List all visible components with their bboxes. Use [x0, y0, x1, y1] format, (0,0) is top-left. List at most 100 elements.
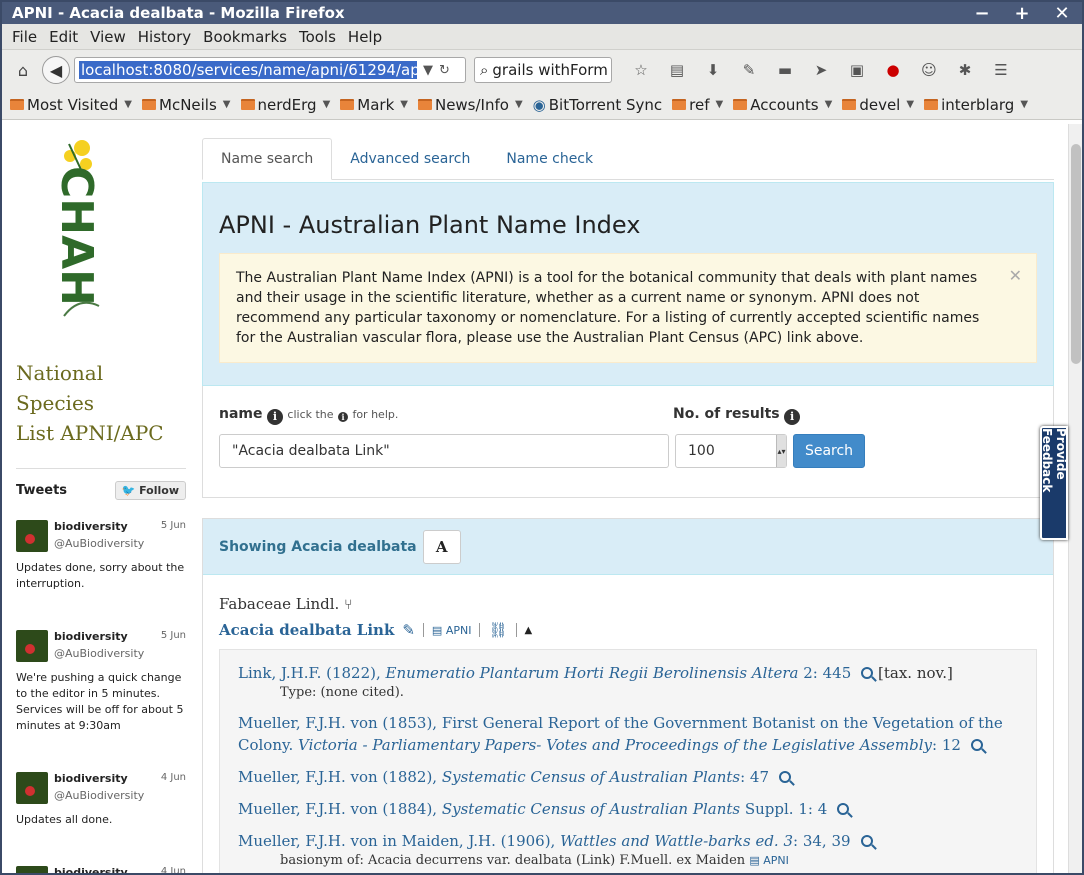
maximize-button[interactable]: + — [1002, 2, 1042, 24]
tweet-handle[interactable]: @AuBiodiversity — [54, 789, 155, 802]
url-bar[interactable]: localhost:8080/services/name/apni/61294/… — [74, 57, 466, 83]
search-icon[interactable] — [861, 667, 874, 679]
url-text[interactable]: localhost:8080/services/name/apni/61294/… — [79, 61, 417, 79]
tweet-author[interactable]: biodiversity — [54, 520, 155, 533]
bookmark-ref[interactable]: ref ▼ — [672, 96, 723, 114]
tweet-date[interactable]: 5 Jun — [161, 520, 186, 552]
avatar[interactable] — [16, 630, 48, 662]
bookmark-mcneils[interactable]: McNeils ▼ — [142, 96, 231, 114]
menu-edit[interactable]: Edit — [43, 28, 84, 46]
spinner-icon[interactable]: ▴▾ — [776, 435, 786, 467]
back-icon[interactable]: ◀ — [42, 56, 70, 84]
search-button[interactable]: Search — [793, 434, 865, 468]
avatar[interactable] — [16, 866, 48, 873]
bookmark-accounts[interactable]: Accounts ▼ — [733, 96, 832, 114]
edit-icon[interactable]: ✎ — [402, 621, 415, 639]
bookmark-star-icon[interactable]: ☆ — [626, 56, 656, 84]
reference-item[interactable]: Mueller, F.J.H. von (1884), Systematic C… — [238, 798, 1018, 820]
downloads-icon[interactable]: ⬇ — [698, 56, 728, 84]
reference-item[interactable]: Mueller, F.J.H. von in Maiden, J.H. (190… — [238, 830, 1018, 870]
basionym-text[interactable]: basionym of: Acacia decurrens var. dealb… — [280, 853, 745, 868]
tweet-handle[interactable]: @AuBiodiversity — [54, 647, 155, 660]
search-icon[interactable] — [779, 771, 792, 783]
menu-history[interactable]: History — [132, 28, 197, 46]
ref-title[interactable]: Victoria - Parliamentary Papers- Votes a… — [298, 736, 932, 754]
reference-item[interactable]: Link, J.H.F. (1822), Enumeratio Plantaru… — [238, 662, 1018, 702]
info-icon[interactable]: i — [784, 408, 801, 425]
link-icon[interactable]: ⛓ — [488, 621, 507, 639]
search-icon[interactable] — [970, 739, 983, 751]
chah-logo[interactable]: CHAH — [24, 136, 104, 336]
ref-title[interactable]: Systematic Census of Australian Plants — [442, 768, 740, 786]
reference-item[interactable]: Mueller, F.J.H. von (1853), First Genera… — [238, 712, 1018, 756]
tab-name-search[interactable]: Name search — [202, 138, 333, 180]
bookmark-most-visited[interactable]: Most Visited ▼ — [10, 96, 132, 114]
reload-icon[interactable]: ↻ — [439, 63, 450, 78]
send-icon[interactable]: ➤ — [806, 56, 836, 84]
menu-file[interactable]: File — [6, 28, 43, 46]
name-input[interactable]: "Acacia dealbata Link" — [219, 434, 669, 468]
tweet-date[interactable]: 5 Jun — [161, 630, 186, 662]
search-input[interactable]: ⌕ grails withForm — [474, 57, 612, 83]
bookmark-news-info[interactable]: News/Info ▼ — [417, 96, 523, 114]
chat-icon[interactable]: ☺ — [914, 56, 944, 84]
ref-title[interactable]: Systematic Census of Australian Plants — [442, 800, 740, 818]
tweet-author[interactable]: biodiversity — [54, 866, 155, 873]
font-toggle-button[interactable]: A — [422, 529, 461, 564]
search-text[interactable]: grails withForm — [492, 61, 607, 79]
search-icon[interactable] — [837, 803, 850, 815]
tab-name-check[interactable]: Name check — [488, 138, 611, 179]
bookmark-mark[interactable]: Mark ▼ — [340, 96, 408, 114]
ref-title[interactable]: Wattles and Wattle-barks ed. 3 — [560, 832, 793, 850]
ref-author[interactable]: Mueller, F.J.H. von in Maiden, J.H. (190… — [238, 832, 560, 850]
collapse-icon[interactable]: ▲ — [525, 625, 533, 636]
ref-title[interactable]: Enumeratio Plantarum Horti Regii Berolin… — [386, 664, 799, 682]
provide-feedback-button[interactable]: Provide Feedback — [1040, 426, 1068, 540]
ref-author[interactable]: Mueller, F.J.H. von (1884), — [238, 800, 442, 818]
extension-icon[interactable]: ✱ — [950, 56, 980, 84]
tweet[interactable]: biodiversity @AuBiodiversity 5 Jun We're … — [16, 630, 186, 734]
menu-tools[interactable]: Tools — [293, 28, 342, 46]
num-results-value[interactable]: 100 — [688, 443, 715, 459]
minimize-button[interactable]: − — [962, 2, 1002, 24]
apni-link[interactable]: ▤ APNI — [749, 854, 789, 867]
bookmark-bittorrent-sync[interactable]: ◉ BitTorrent Sync — [533, 96, 663, 114]
tweet-date[interactable]: 4 Jun — [161, 866, 186, 873]
screenshot-icon[interactable]: ▣ — [842, 56, 872, 84]
reference-item[interactable]: Mueller, F.J.H. von (1882), Systematic C… — [238, 766, 1018, 788]
bookmark-interblarg[interactable]: interblarg ▼ — [924, 96, 1028, 114]
menu-help[interactable]: Help — [342, 28, 388, 46]
follow-button[interactable]: 🐦 Follow — [114, 481, 186, 500]
adblock-icon[interactable]: ● — [878, 56, 908, 84]
tweet-author[interactable]: biodiversity — [54, 772, 155, 785]
tweet[interactable]: biodiversity @AuBiodiversity 5 Jun Update… — [16, 520, 186, 592]
name-link[interactable]: Acacia dealbata Link — [219, 621, 394, 639]
tools-icon[interactable]: ✎ — [734, 56, 764, 84]
bookmark-devel[interactable]: devel ▼ — [842, 96, 914, 114]
search-icon[interactable] — [860, 835, 873, 847]
bookmark-nerderg[interactable]: nerdErg ▼ — [240, 96, 330, 114]
reading-list-icon[interactable]: ▤ — [662, 56, 692, 84]
site-title[interactable]: National Species List APNI/APC — [16, 358, 186, 448]
tweet-handle[interactable]: @AuBiodiversity — [54, 537, 155, 550]
apni-link[interactable]: ▤ APNI — [432, 624, 472, 637]
page-scrollbar[interactable] — [1068, 124, 1082, 873]
close-window-button[interactable]: ✕ — [1042, 2, 1082, 24]
url-dropdown-icon[interactable]: ▼ — [423, 63, 433, 78]
branch-icon[interactable]: ⑂ — [344, 597, 352, 613]
tweet[interactable]: biodiversity 4 Jun — [16, 866, 186, 873]
avatar[interactable] — [16, 772, 48, 804]
scrollbar-thumb[interactable] — [1071, 144, 1081, 364]
info-icon[interactable]: i — [266, 408, 283, 425]
tweet[interactable]: biodiversity @AuBiodiversity 4 Jun Update… — [16, 772, 186, 828]
hamburger-menu-icon[interactable]: ☰ — [986, 56, 1016, 84]
tab-advanced-search[interactable]: Advanced search — [332, 138, 488, 179]
close-icon[interactable]: ✕ — [1009, 266, 1022, 286]
home-icon[interactable]: ⌂ — [8, 56, 38, 84]
ref-author[interactable]: Mueller, F.J.H. von (1882), — [238, 768, 442, 786]
avatar[interactable] — [16, 520, 48, 552]
tweet-author[interactable]: biodiversity — [54, 630, 155, 643]
ref-author[interactable]: Link, J.H.F. (1822), — [238, 664, 386, 682]
num-results-input[interactable]: 100 ▴▾ — [675, 434, 787, 468]
ruler-icon[interactable]: ▬ — [770, 56, 800, 84]
